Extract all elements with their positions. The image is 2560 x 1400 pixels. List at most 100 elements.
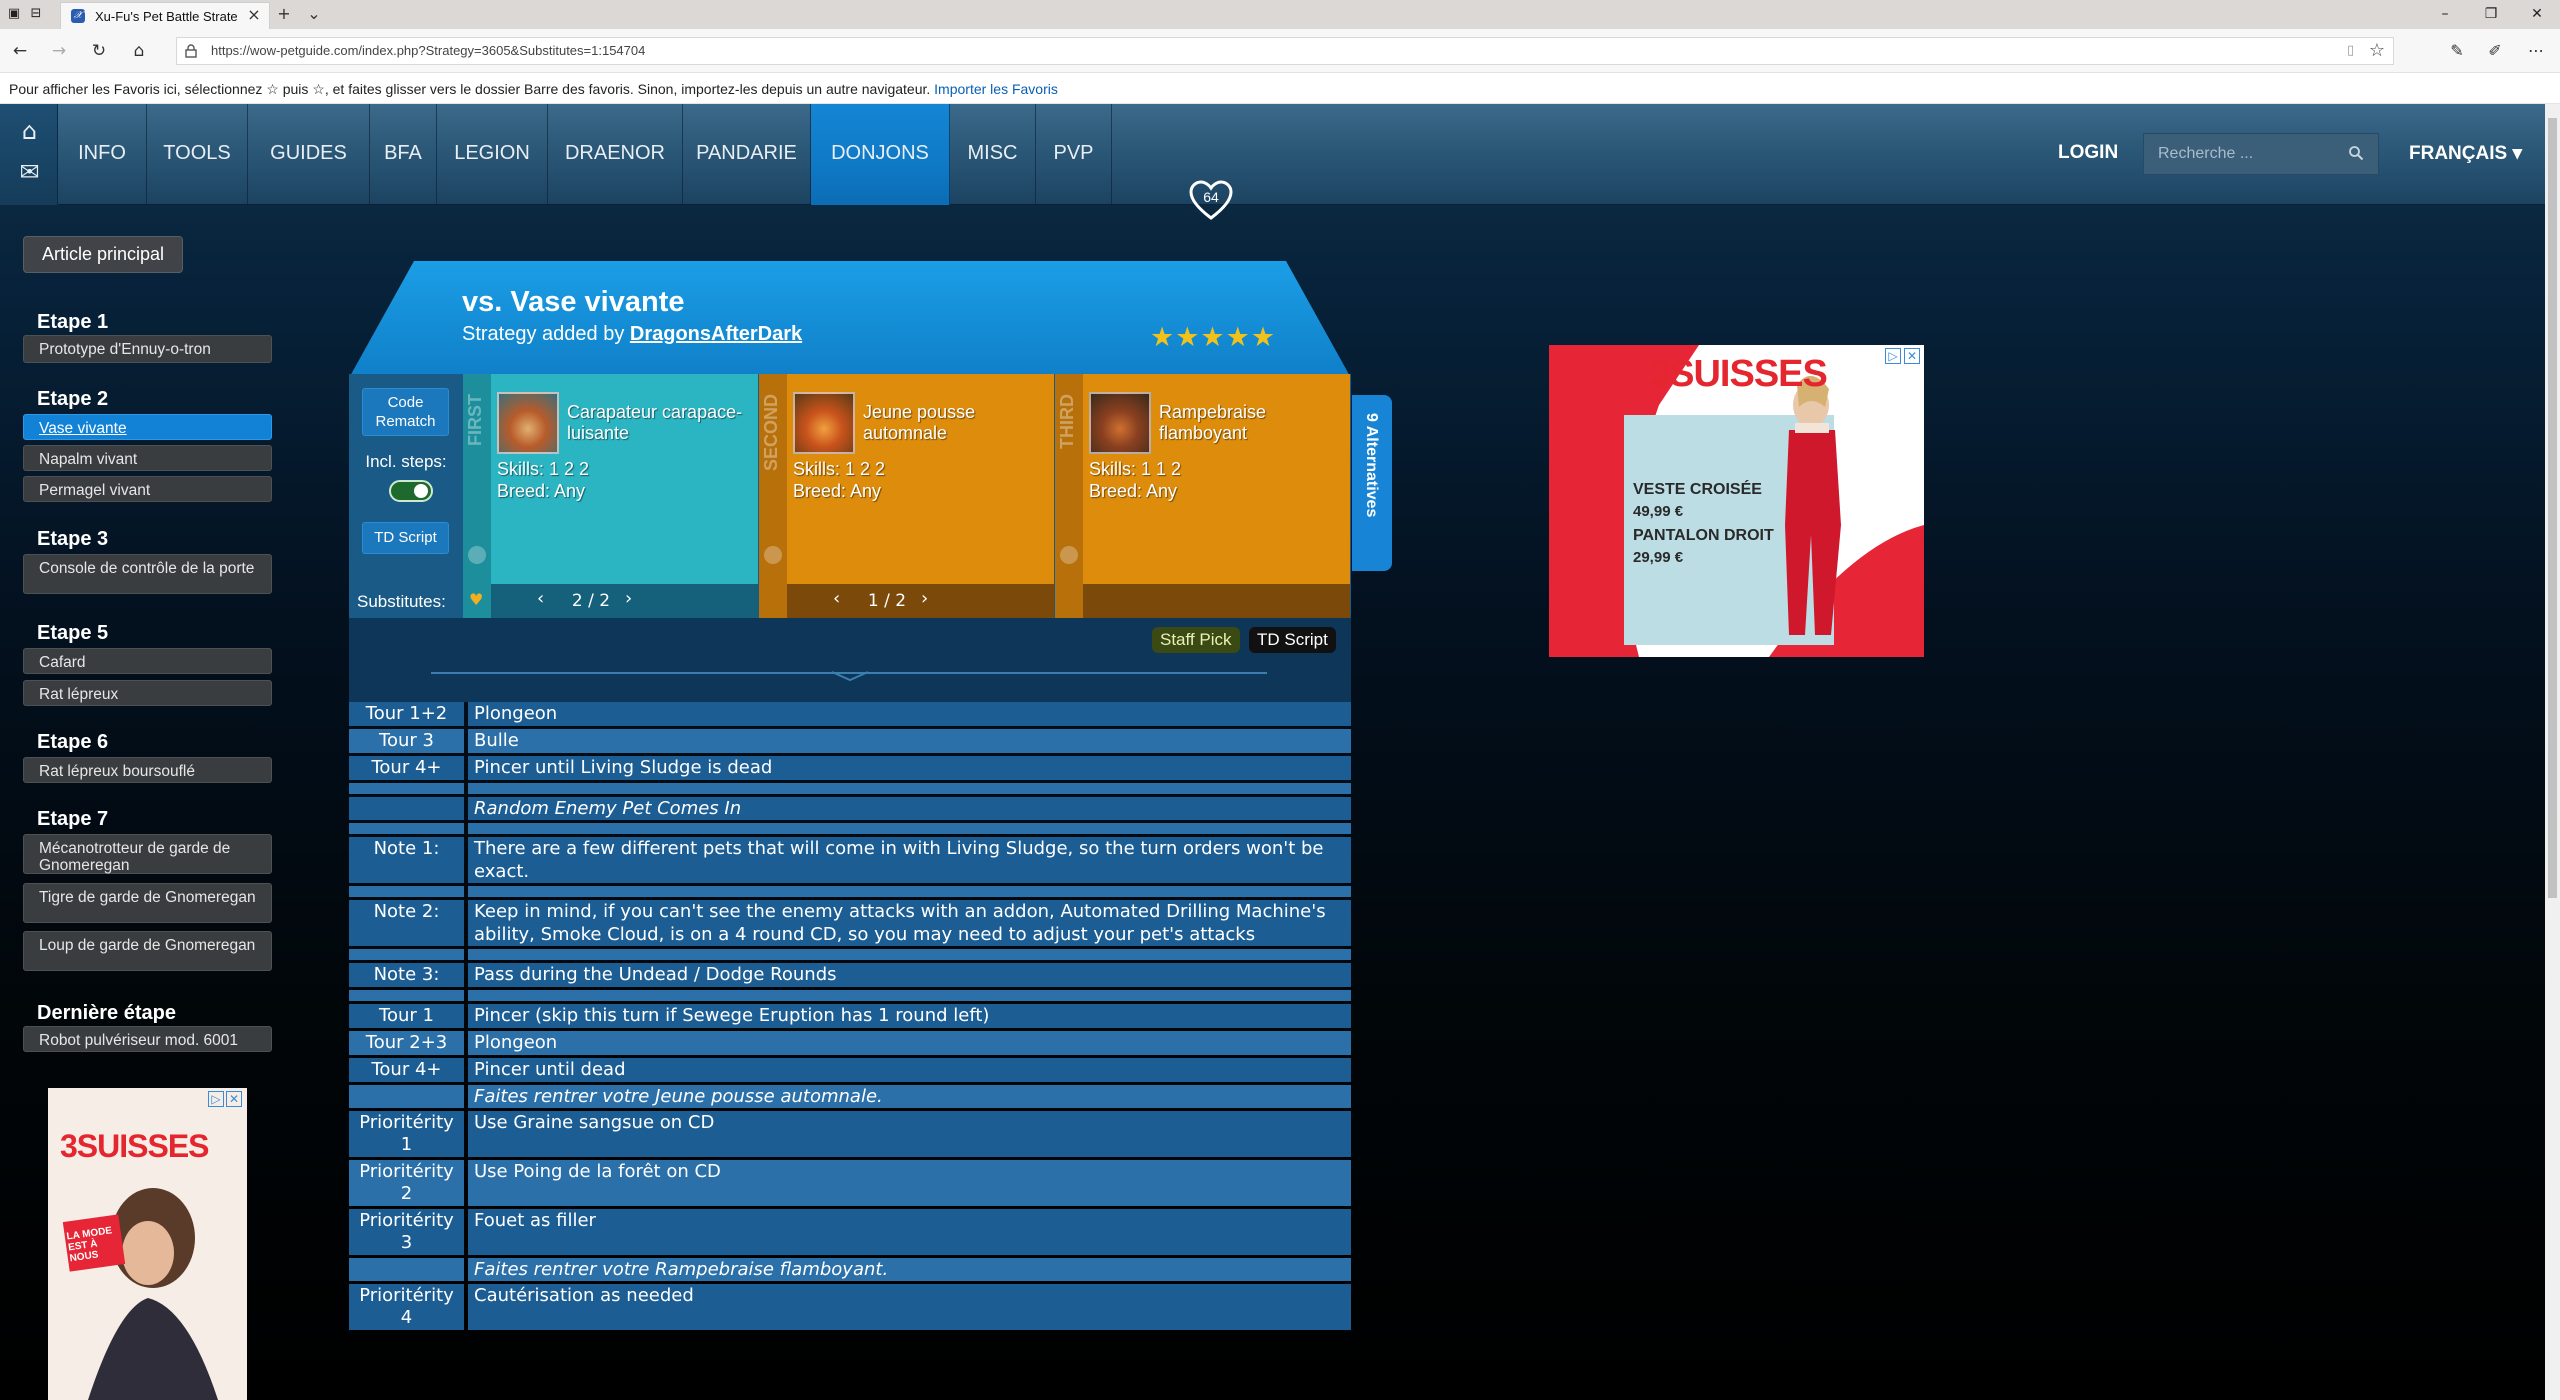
ad-choices-icon[interactable]: ▷ [1885, 348, 1901, 364]
step-action-text: Faites rentrer votre Rampebraise flamboy… [468, 1258, 1351, 1281]
ad-choices-icon[interactable]: ▷ [208, 1091, 224, 1107]
pet-portrait[interactable] [497, 392, 559, 454]
sidebar-step-link[interactable]: Console de contrôle de la porte [23, 554, 272, 594]
pet-name[interactable]: Jeune pousse automnale [863, 402, 1053, 444]
sidebar-step-link[interactable]: Loup de garde de Gnomeregan [23, 931, 272, 971]
search-box[interactable]: Recherche ... [2143, 133, 2379, 175]
page-scrollbar[interactable] [2545, 104, 2560, 1400]
td-script-button[interactable]: TD Script [362, 522, 449, 554]
menu-item-misc[interactable]: MISC [950, 104, 1036, 205]
pet-breed: Breed: Any [793, 481, 882, 501]
minimize-icon[interactable]: – [2430, 5, 2460, 23]
menu-item-pandarie[interactable]: PANDARIE [683, 104, 811, 205]
strategy-step-row: Faites rentrer votre Rampebraise flamboy… [349, 1258, 1351, 1281]
step-title: Etape 2 [37, 388, 109, 410]
sidebar-step-link[interactable]: Mécanotrotteur de garde de Gnomeregan [23, 834, 272, 874]
address-bar[interactable]: https://wow-petguide.com/index.php?Strat… [176, 37, 2394, 65]
author-link[interactable]: DragonsAfterDark [630, 323, 802, 345]
prev-substitute-icon[interactable]: ‹ [833, 588, 840, 609]
pet-family-icon [1060, 546, 1078, 564]
login-link[interactable]: LOGIN [2058, 142, 2118, 164]
home-icon[interactable]: ⌂ [16, 119, 43, 143]
restore-icon[interactable]: ❐ [2476, 5, 2506, 23]
next-substitute-icon[interactable]: › [625, 588, 632, 609]
import-favorites-link[interactable]: Importer les Favoris [934, 81, 1058, 97]
window-close-icon[interactable]: ✕ [2522, 5, 2552, 23]
menu-item-legion[interactable]: LEGION [437, 104, 548, 205]
step-turn-label [349, 990, 464, 1001]
strategy-step-row: Tour 4+ Pincer until dead [349, 1058, 1351, 1082]
step-title: Etape 6 [37, 731, 109, 753]
tab-actions-icon[interactable]: ⊟ [28, 7, 44, 21]
ad-right-brand: 3SUISSES [1649, 353, 1828, 395]
main-article-button[interactable]: Article principal [23, 236, 183, 273]
back-icon[interactable]: ← [9, 41, 31, 61]
pet-name[interactable]: Carapateur carapace-luisante [567, 402, 757, 444]
language-selector[interactable]: FRANÇAIS ▾ [2409, 142, 2522, 165]
step-action-text [468, 990, 1351, 1001]
prev-substitute-icon[interactable]: ‹ [537, 588, 544, 609]
pet-name[interactable]: Rampebraise flamboyant [1159, 402, 1349, 444]
window-menu-icon[interactable]: ▣ [6, 7, 22, 21]
menu-item-guides[interactable]: GUIDES [248, 104, 370, 205]
forward-icon[interactable]: → [48, 41, 70, 61]
sidebar-step-link[interactable]: Permagel vivant [23, 476, 272, 502]
step-turn-label [349, 1258, 464, 1281]
pet-card[interactable]: Carapateur carapace-luisante Skills: 1 2 … [491, 374, 758, 584]
ad-close-icon[interactable]: ✕ [226, 1091, 242, 1107]
sidebar-step-link[interactable]: Napalm vivant [23, 445, 272, 471]
home-icon[interactable]: ⌂ [128, 41, 150, 61]
search-icon[interactable] [2348, 145, 2364, 161]
like-counter[interactable]: 64 [1189, 180, 1233, 222]
alternatives-label: 9 Alternatives [1363, 413, 1380, 518]
menu-item-bfa[interactable]: BFA [370, 104, 437, 205]
step-title: Dernière étape [37, 1002, 176, 1024]
menu-item-draenor[interactable]: DRAENOR [548, 104, 683, 205]
strategy-step-row [349, 823, 1351, 834]
ad-close-icon[interactable]: ✕ [1904, 348, 1920, 364]
pet-card[interactable]: Rampebraise flamboyant Skills: 1 1 2 Breed… [1083, 374, 1350, 584]
next-substitute-icon[interactable]: › [921, 588, 928, 609]
sidebar-step-link[interactable]: Cafard [23, 648, 272, 674]
hub-icon[interactable]: ✎ [2446, 40, 2468, 62]
step-title: Etape 7 [37, 808, 109, 830]
sidebar-step-link[interactable]: Robot pulvériseur mod. 6001 [23, 1026, 272, 1052]
tab-close-icon[interactable]: × [245, 6, 263, 24]
new-tab-icon[interactable]: + [274, 5, 294, 23]
ad-right-price2: 29,99 € [1633, 549, 1684, 566]
share-icon[interactable] [2490, 40, 2512, 62]
incl-steps-toggle[interactable] [389, 480, 433, 502]
strategy-step-row: Note 3: Pass during the Undead / Dodge Ro… [349, 963, 1351, 987]
ad-banner-right[interactable]: 3SUISSES VESTE CROISÉE 49,99 € PANTALON … [1549, 345, 1924, 657]
alternatives-tab[interactable]: 9 Alternatives [1352, 395, 1392, 571]
sidebar-step-link[interactable]: Rat lépreux boursouflé [23, 757, 272, 783]
mail-icon[interactable]: ✉ [16, 160, 43, 184]
sidebar-step-link[interactable]: Vase vivante [23, 414, 272, 440]
code-rematch-button[interactable]: Code Rematch [362, 388, 449, 436]
favorite-star-icon[interactable]: ☆ [2369, 41, 2385, 61]
substitute-hint-icon[interactable]: ♥ [469, 590, 483, 609]
menu-item-tools[interactable]: TOOLS [147, 104, 248, 205]
favorites-bar: Pour afficher les Favoris ici, sélection… [0, 73, 2560, 104]
sidebar-step-link[interactable]: Rat lépreux [23, 680, 272, 706]
tab-list-chevron-icon[interactable]: ⌄ [304, 5, 324, 23]
site-header: ⌂ ✉ INFO TOOLS GUIDES BFA LEGION DRAENOR PANDA… [0, 104, 2545, 205]
menu-item-info[interactable]: INFO [58, 104, 147, 205]
refresh-icon[interactable]: ↻ [88, 41, 110, 61]
step-title: Etape 1 [37, 311, 109, 333]
strategy-step-row: Tour 1+2 Plongeon [349, 702, 1351, 726]
scrollbar-thumb[interactable] [2548, 118, 2557, 898]
pet-slot-first: FIRST Carapateur carapace-luisante Skills:… [463, 374, 759, 618]
pet-slot-strip: SECOND [759, 374, 787, 618]
sidebar-step-link[interactable]: Prototype d'Ennuy-o-tron [23, 335, 272, 363]
reading-view-icon[interactable]: ▯ [2347, 43, 2363, 59]
pet-portrait[interactable] [1089, 392, 1151, 454]
sidebar-step-link[interactable]: Tigre de garde de Gnomeregan [23, 883, 272, 923]
menu-item-pvp[interactable]: PVP [1036, 104, 1112, 205]
browser-tab[interactable]: 𝒳 Xu-Fu's Pet Battle Strate × [60, 2, 270, 29]
ad-banner-left[interactable]: 3SUISSES LA MODE EST À NOUS ▷ ✕ [48, 1088, 247, 1400]
pet-portrait[interactable] [793, 392, 855, 454]
pet-card[interactable]: Jeune pousse automnale Skills: 1 2 2 Breed… [787, 374, 1054, 584]
menu-item-donjons[interactable]: DONJONS [811, 104, 950, 205]
more-icon[interactable]: ⋯ [2525, 40, 2547, 62]
